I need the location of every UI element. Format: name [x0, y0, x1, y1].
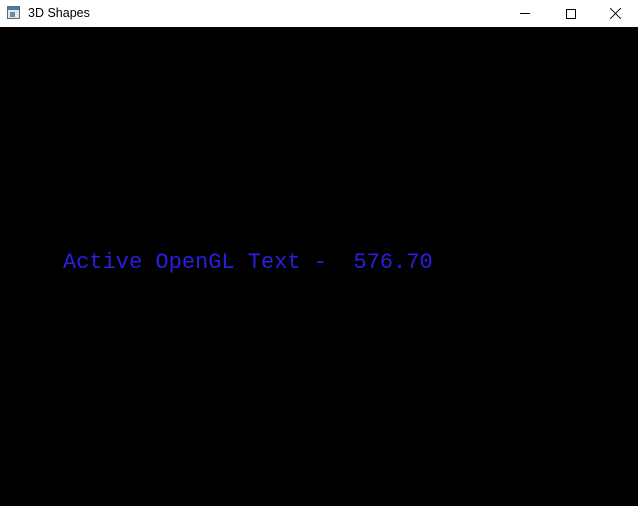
maximize-icon [566, 8, 576, 19]
close-button[interactable] [592, 0, 638, 27]
app-window: 3D Shapes Active OpenGL Text - 576.70 [0, 0, 638, 506]
minimize-icon [520, 13, 530, 14]
title-bar[interactable]: 3D Shapes [0, 0, 638, 27]
window-app-icon[interactable] [7, 6, 20, 19]
window-title: 3D Shapes [28, 6, 90, 20]
maximize-button[interactable] [548, 0, 594, 27]
close-icon [610, 8, 621, 19]
minimize-button[interactable] [502, 0, 548, 27]
opengl-text-label: Active OpenGL Text - 576.70 [63, 250, 433, 275]
opengl-canvas[interactable]: Active OpenGL Text - 576.70 [0, 27, 638, 506]
